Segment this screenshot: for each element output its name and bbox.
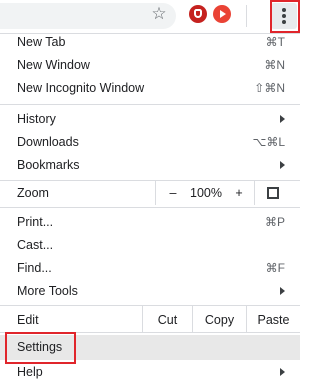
menu-item-label: History — [17, 112, 56, 126]
cut-button[interactable]: Cut — [143, 308, 192, 332]
menu-item-label: Settings — [17, 340, 63, 354]
copy-button[interactable]: Copy — [193, 308, 246, 332]
shortcut-text: ⌘P — [264, 215, 285, 229]
menu-item-bookmarks[interactable]: Bookmarks — [0, 153, 300, 177]
paste-button[interactable]: Paste — [247, 308, 300, 332]
zoom-level-value: 100% — [190, 186, 222, 200]
menu-item-label: New Incognito Window — [17, 81, 145, 95]
shortcut-text: ⌘F — [265, 261, 285, 275]
menu-divider — [0, 104, 300, 105]
cell-divider — [155, 181, 156, 205]
submenu-arrow-icon — [280, 161, 285, 169]
shortcut-text: ⌘N — [264, 58, 285, 72]
menu-item-label: Zoom — [17, 186, 49, 200]
corner — [273, 193, 279, 199]
menu-item-downloads[interactable]: Downloads ⌥⌘L — [0, 130, 300, 154]
menu-item-new-incognito-window[interactable]: New Incognito Window ⇧⌘N — [0, 76, 300, 100]
menu-item-label: More Tools — [17, 284, 78, 298]
dot — [282, 8, 286, 12]
menu-item-label: Print... — [17, 215, 54, 229]
menu-item-zoom: Zoom — [0, 181, 300, 205]
more-vert-icon[interactable] — [271, 3, 297, 29]
fullscreen-icon[interactable] — [267, 187, 279, 199]
zoom-out-button[interactable]: – — [160, 181, 186, 205]
star-icon[interactable]: ☆ — [150, 5, 168, 23]
menu-divider — [0, 207, 300, 208]
cell-divider — [254, 181, 255, 205]
menu-item-more-tools[interactable]: More Tools — [0, 279, 300, 303]
menu-item-label: New Window — [17, 58, 90, 72]
menu-item-label: Bookmarks — [17, 158, 80, 172]
menu-item-settings[interactable]: Settings — [0, 335, 300, 360]
submenu-arrow-icon — [280, 287, 285, 295]
menu-item-label: Edit — [17, 313, 39, 327]
menu-item-find[interactable]: Find... ⌘F — [0, 256, 300, 280]
shortcut-text: ⇧⌘N — [254, 81, 285, 95]
menu-item-label: Downloads — [17, 135, 79, 149]
zoom-in-button[interactable]: + — [226, 181, 252, 205]
dot — [282, 14, 286, 18]
menu-item-cast[interactable]: Cast... — [0, 233, 300, 257]
menu-item-new-window[interactable]: New Window ⌘N — [0, 53, 300, 77]
shortcut-text: ⌥⌘L — [252, 135, 285, 149]
menu-item-label: Cast... — [17, 238, 54, 252]
menu-item-label: New Tab — [17, 35, 66, 49]
menu-item-history[interactable]: History — [0, 107, 300, 131]
shortcut-text: ⌘T — [265, 35, 285, 49]
menu-divider — [0, 332, 300, 333]
dot — [282, 20, 286, 24]
extension-icon[interactable] — [189, 5, 207, 23]
submenu-arrow-icon — [280, 115, 285, 123]
menu-item-new-tab[interactable]: New Tab ⌘T — [0, 30, 300, 54]
submenu-arrow-icon — [280, 368, 285, 376]
youtube-icon[interactable] — [213, 5, 231, 23]
menu-item-help[interactable]: Help — [0, 360, 300, 386]
menu-item-print[interactable]: Print... ⌘P — [0, 210, 300, 234]
menu-item-label: Help — [17, 365, 43, 379]
menu-item-label: Find... — [17, 261, 52, 275]
menu-divider — [0, 305, 300, 306]
chrome-main-menu: New Tab ⌘T New Window ⌘N New Incognito W… — [0, 29, 300, 386]
toolbar-divider — [246, 5, 247, 27]
